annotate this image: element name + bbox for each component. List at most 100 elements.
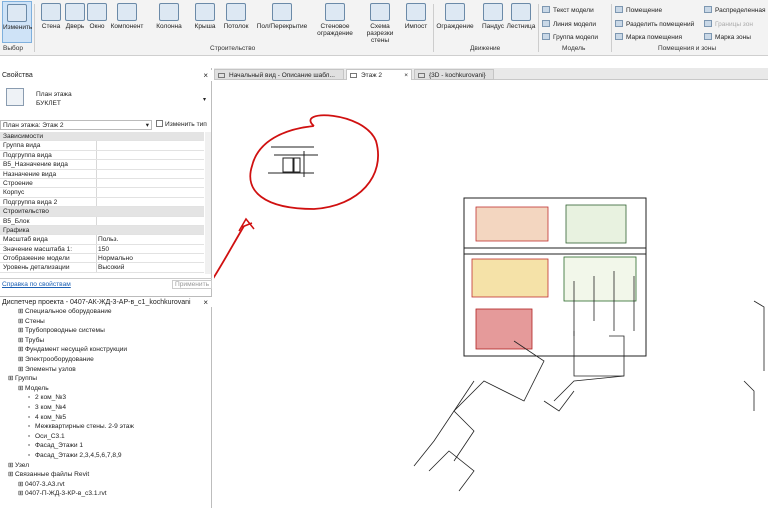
tree-item[interactable]: ▫ 3 ком_№4 xyxy=(28,403,66,412)
property-value[interactable]: Польз. xyxy=(98,235,118,244)
property-value[interactable]: Высокий xyxy=(98,263,124,272)
floor-button[interactable]: Пол/Перекрытие xyxy=(254,1,310,43)
property-row[interactable]: Строение xyxy=(0,178,204,189)
type-selector[interactable]: План этажа БУКЛЕТ xyxy=(36,90,72,108)
tree-item[interactable]: ▫ Межквартирные стены. 2-9 этаж xyxy=(28,422,134,431)
properties-scrollbar[interactable] xyxy=(205,132,211,274)
property-value[interactable]: Нормально xyxy=(98,254,133,263)
tree-item[interactable]: ⊞Трубы xyxy=(18,336,44,345)
property-row[interactable]: B5_Блок xyxy=(0,216,204,226)
tree-item[interactable]: ⊞Модель xyxy=(18,384,49,393)
apply-button[interactable]: Применить xyxy=(172,280,213,289)
area-plan-button[interactable]: Распределенная xyxy=(704,6,766,15)
tab-start-view[interactable]: Начальный вид - Описание шабл... xyxy=(214,69,344,80)
properties-grid: Зависимости Группа вида Подгруппа вида B5_Н… xyxy=(0,132,204,273)
property-name: Значение масштаба 1: xyxy=(3,245,73,253)
tree-item[interactable]: ⊞Узел xyxy=(8,461,29,470)
property-row[interactable]: Уровень детализации Высокий xyxy=(0,263,204,273)
model-text-button[interactable]: Текст модели xyxy=(542,6,594,15)
tree-item[interactable]: ⊞Элементы узлов xyxy=(18,365,76,374)
mullion-button[interactable]: Импост xyxy=(402,1,430,43)
view-icon[interactable]: ▫ xyxy=(28,451,35,460)
view-icon[interactable]: ▫ xyxy=(28,441,35,450)
tree-item[interactable]: ▫ Фасад_Этажи 1 xyxy=(28,441,83,450)
property-row[interactable]: Подгруппа вида 2 xyxy=(0,197,204,208)
property-row[interactable]: Отображение модели Нормально xyxy=(0,254,204,264)
property-name: Строительство xyxy=(3,208,49,216)
room-button[interactable]: Помещение xyxy=(615,6,662,15)
property-row[interactable]: Масштаб вида Польз. xyxy=(0,235,204,245)
view-icon[interactable]: ▫ xyxy=(28,393,35,402)
tree-item[interactable]: ⊞Фундамент несущей конструкции xyxy=(18,345,127,354)
property-value[interactable]: 150 xyxy=(98,245,109,254)
view-icon[interactable]: ▫ xyxy=(28,403,35,412)
tree-item[interactable]: ⊞Группы xyxy=(8,374,37,383)
property-row[interactable]: B5_Назначение вида xyxy=(0,160,204,170)
railing-button[interactable]: Ограждение xyxy=(436,1,474,43)
area-tag-button[interactable]: Марка зоны xyxy=(704,33,751,42)
property-row[interactable]: Группа вида xyxy=(0,141,204,151)
expand-icon[interactable]: ⊞ xyxy=(18,345,25,354)
model-group-label: Модель xyxy=(562,45,586,52)
property-row[interactable]: Значение масштаба 1: 150 xyxy=(0,244,204,255)
property-row[interactable]: Назначение вида xyxy=(0,169,204,179)
ceiling-button[interactable]: Потолок xyxy=(220,1,252,43)
area-boundary-button[interactable]: Границы зон xyxy=(704,20,753,29)
edit-type-button[interactable]: Изменить тип xyxy=(156,120,207,130)
stair-button[interactable]: Лестница xyxy=(506,1,536,43)
expand-icon[interactable]: ⊞ xyxy=(18,336,25,345)
component-button[interactable]: Компонент xyxy=(108,1,146,43)
view-icon[interactable]: ▫ xyxy=(28,422,35,431)
chevron-down-icon[interactable]: ▾ xyxy=(203,96,206,103)
tree-item[interactable]: ▫ 4 ком_№5 xyxy=(28,413,66,422)
properties-help-link[interactable]: Справка по свойствам xyxy=(2,281,71,288)
tree-item[interactable]: ⊞Трубопроводные системы xyxy=(18,326,105,335)
tree-item[interactable]: ▫ 2 ком_№3 xyxy=(28,393,66,402)
view-icon[interactable]: ▫ xyxy=(28,413,35,422)
ramp-button[interactable]: Пандус xyxy=(478,1,508,43)
expand-icon[interactable]: ⊞ xyxy=(8,374,15,383)
expand-icon[interactable]: ⊞ xyxy=(18,307,25,316)
property-category[interactable]: Графика xyxy=(0,225,204,236)
tree-item[interactable]: ⊞Связанные файлы Revit xyxy=(8,470,89,479)
tree-item[interactable]: ▫ Фасад_Этажи 2,3,4,5,6,7,8,9 xyxy=(28,451,122,460)
tree-item[interactable]: ⊞Электрооборудование xyxy=(18,355,94,364)
expand-icon[interactable]: ⊞ xyxy=(18,480,25,489)
room-separator-button[interactable]: Разделить помещений xyxy=(615,20,694,29)
tree-item[interactable]: ⊞Специальное оборудование xyxy=(18,307,112,316)
tree-item[interactable]: ⊞Стены xyxy=(18,317,45,326)
roof-button[interactable]: Крыша xyxy=(190,1,220,43)
expand-icon[interactable]: ⊞ xyxy=(18,365,25,374)
property-name: Отображение модели xyxy=(3,255,70,263)
close-icon[interactable]: × xyxy=(404,70,408,80)
select-group-label[interactable]: Выбор xyxy=(3,45,23,52)
drawing-canvas[interactable] xyxy=(99,81,768,508)
property-category[interactable]: Зависимости xyxy=(0,132,204,142)
model-group-button[interactable]: Группа модели xyxy=(542,33,598,42)
modify-button[interactable]: Изменить xyxy=(2,1,32,43)
curtain-system-button[interactable]: Стеновое ограждение xyxy=(314,1,356,43)
model-line-button[interactable]: Линия модели xyxy=(542,20,596,29)
instance-selector[interactable]: План этажа: Этаж 2 ▾ xyxy=(0,120,152,130)
property-row[interactable]: Корпус xyxy=(0,188,204,198)
room-tag-button[interactable]: Марка помещения xyxy=(615,33,682,42)
column-button[interactable]: Колонна xyxy=(152,1,186,43)
expand-icon[interactable]: ⊞ xyxy=(8,461,15,470)
expand-icon[interactable]: ⊞ xyxy=(18,317,25,326)
tab-floor-2[interactable]: Этаж 2 × xyxy=(346,69,412,80)
close-icon[interactable]: × xyxy=(203,70,208,81)
expand-icon[interactable]: ⊞ xyxy=(18,355,25,364)
tab-3d-view[interactable]: {3D - kochkurovani} xyxy=(414,69,494,80)
close-icon[interactable]: × xyxy=(203,297,208,308)
curtain-grid-button[interactable]: Схема разрезки стены xyxy=(358,1,402,44)
tree-item[interactable]: ▫ Оси_С3.1 xyxy=(28,432,65,441)
tree-item[interactable]: ⊞0407-3.А3.rvt xyxy=(18,480,65,489)
expand-icon[interactable]: ⊞ xyxy=(18,489,25,498)
view-icon[interactable]: ▫ xyxy=(28,432,35,441)
expand-icon[interactable]: ⊞ xyxy=(18,326,25,335)
expand-icon[interactable]: ⊞ xyxy=(18,384,25,393)
expand-icon[interactable]: ⊞ xyxy=(8,470,15,479)
tree-item[interactable]: ⊞0407-П-ЖД-3-КР-в_с3.1.rvt xyxy=(18,489,107,498)
property-row[interactable]: Подгруппа вида xyxy=(0,150,204,161)
property-category[interactable]: Строительство xyxy=(0,207,204,217)
